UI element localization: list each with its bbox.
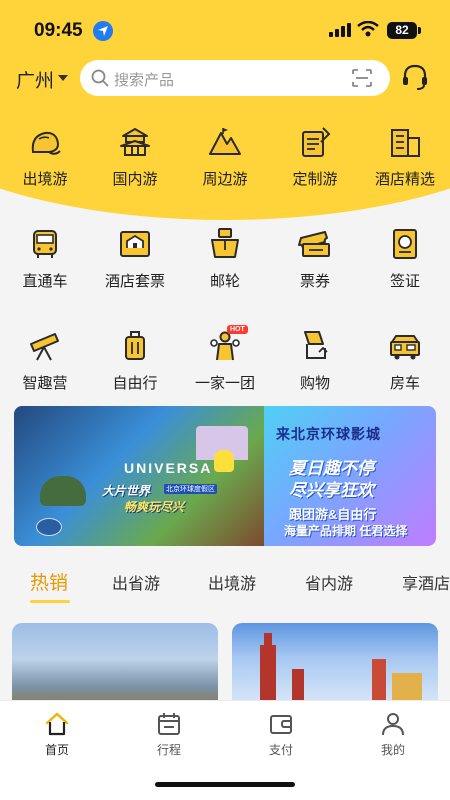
banner-left-line2: 畅爽玩尽兴: [124, 500, 185, 514]
tabbar-itinerary[interactable]: 行程: [129, 711, 209, 761]
category-label: 一家一团: [194, 375, 255, 392]
home-indicator[interactable]: [155, 782, 295, 787]
category-nearby[interactable]: 周边游: [180, 124, 270, 204]
tabbar-label: 我的: [380, 743, 405, 757]
category-label: 酒店套票: [104, 273, 165, 290]
wallet-icon: [270, 715, 292, 734]
category-bus[interactable]: 直通车: [0, 226, 90, 306]
category-row-3: 智趣营 自由行 一家一团 购物 房车: [0, 328, 450, 408]
banner-minion-graphic: [214, 450, 234, 472]
search-input[interactable]: 搜索产品: [80, 60, 390, 96]
banner-left-sub: 北京环球度假区: [164, 484, 217, 494]
search-icon: [91, 69, 109, 87]
battery-indicator: 82: [387, 22, 421, 39]
hotel-icon: [391, 129, 420, 157]
category-ticket[interactable]: 票券: [270, 226, 360, 306]
tabbar-home[interactable]: 首页: [17, 711, 97, 761]
banner-left-line1: 大片世界: [102, 484, 151, 498]
category-label: 自由行: [112, 375, 158, 392]
tabbar-payment[interactable]: 支付: [241, 711, 321, 761]
hotel-package-icon: [120, 231, 150, 257]
category-free-travel[interactable]: 自由行: [90, 328, 180, 408]
calendar-icon: [158, 713, 180, 735]
outbound-icon: [31, 131, 61, 155]
banner-brand-text: UNIVERSA: [124, 460, 213, 476]
ticket-icon: [298, 231, 330, 257]
mountain-icon: [209, 128, 241, 155]
active-tab-indicator: [30, 600, 70, 603]
product-card-moscow[interactable]: [232, 623, 438, 703]
hot-badge: HOT: [227, 325, 248, 334]
passport-icon: [393, 229, 417, 259]
tab-hotel[interactable]: 享酒店: [402, 570, 450, 594]
category-label: 酒店精选: [374, 171, 435, 188]
scan-icon[interactable]: [352, 69, 372, 87]
category-label: 房车: [389, 375, 420, 392]
category-rv[interactable]: 房车: [360, 328, 450, 408]
category-visa[interactable]: 签证: [360, 226, 450, 306]
search-placeholder: 搜索产品: [114, 72, 175, 89]
category-hotel-package[interactable]: 酒店套票: [90, 226, 180, 306]
category-label: 购物: [299, 375, 330, 392]
category-label: 直通车: [22, 273, 68, 290]
category-label: 出境游: [22, 171, 68, 188]
banner-detail: 海量产品排期 任君选择: [284, 524, 408, 538]
city-selector[interactable]: 广州: [16, 66, 54, 93]
luggage-icon: [125, 331, 145, 360]
category-domestic[interactable]: 国内游: [90, 124, 180, 204]
banner-dinosaur-graphic: [40, 476, 86, 506]
tabbar-label: 首页: [44, 743, 69, 757]
category-label: 定制游: [292, 171, 338, 188]
search-row: 广州 搜索产品: [0, 58, 450, 98]
status-time: 09:45: [34, 20, 83, 41]
category-row-2: 直通车 酒店套票 邮轮 票券 签证: [0, 226, 450, 306]
product-tabs: 热销 出省游 出境游 省内游 享酒店: [0, 562, 450, 606]
banner-title: 来北京环球影城: [276, 426, 381, 442]
category-row-1: 出境游 国内游 周边游 定制游 酒店精选: [0, 124, 450, 204]
category-shopping[interactable]: 购物: [270, 328, 360, 408]
custom-icon: [302, 127, 331, 157]
category-label: 国内游: [112, 171, 158, 188]
cellular-signal-icon: [329, 23, 351, 37]
tab-out-province[interactable]: 出省游: [112, 570, 160, 594]
tabbar-profile[interactable]: 我的: [353, 711, 433, 761]
category-family[interactable]: 一家一团: [180, 328, 270, 408]
category-camp[interactable]: 智趣营: [0, 328, 90, 408]
category-label: 票券: [299, 273, 330, 290]
location-arrow-icon: [93, 21, 113, 41]
wifi-icon: [357, 21, 379, 37]
status-bar: 09:45 82: [0, 0, 450, 60]
universal-globe-logo: [36, 518, 62, 536]
caret-down-icon[interactable]: [58, 75, 68, 81]
category-label: 智趣营: [22, 375, 68, 392]
tabbar-label: 行程: [156, 743, 181, 757]
category-label: 周边游: [202, 171, 248, 188]
banner-subtitle: 跟团游&自由行: [289, 507, 377, 522]
category-label: 邮轮: [209, 273, 240, 290]
shopping-icon: [304, 331, 328, 359]
temple-icon: [120, 128, 150, 156]
category-label: 签证: [389, 273, 420, 290]
product-card-lake[interactable]: [12, 623, 218, 703]
rv-icon: [390, 335, 420, 360]
tabbar-label: 支付: [268, 743, 293, 757]
home-icon: [45, 712, 69, 736]
category-hotel[interactable]: 酒店精选: [360, 124, 450, 204]
profile-icon: [382, 713, 404, 736]
cruise-icon: [211, 228, 239, 258]
promo-banner[interactable]: UNIVERSA 大片世界 北京环球度假区 畅爽玩尽兴 来北京环球影城 夏日趣不…: [14, 406, 436, 546]
tab-hot[interactable]: 热销: [30, 568, 68, 595]
category-custom[interactable]: 定制游: [270, 124, 360, 204]
tab-outbound[interactable]: 出境游: [208, 570, 256, 594]
tab-in-province[interactable]: 省内游: [305, 570, 353, 594]
category-outbound[interactable]: 出境游: [0, 124, 90, 204]
category-cruise[interactable]: 邮轮: [180, 226, 270, 306]
customer-service-headset-icon[interactable]: [402, 64, 428, 92]
bus-icon: [33, 230, 57, 258]
banner-slogan-2: 尽兴享狂欢: [289, 481, 374, 500]
telescope-icon: [30, 333, 59, 361]
